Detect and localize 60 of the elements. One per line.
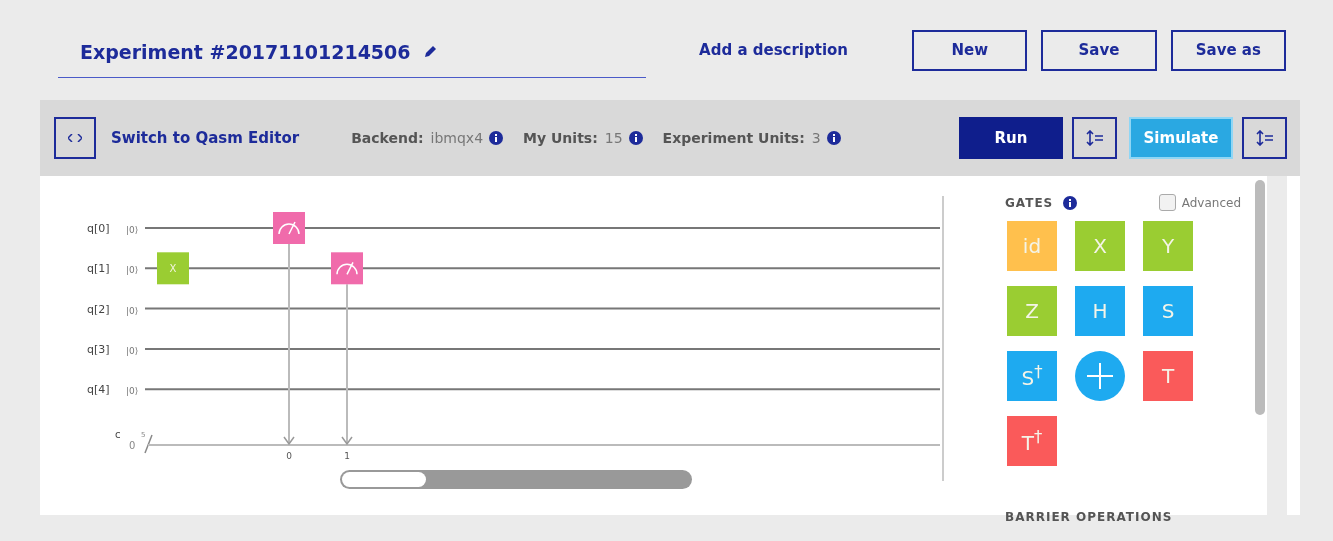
experiment-title: Experiment #20171101214506 — [80, 40, 411, 63]
action-button[interactable]: Save as — [1170, 29, 1286, 71]
stat-label: Experiment Units: — [662, 130, 805, 146]
gate-tile[interactable]: Y — [1143, 221, 1193, 271]
stat-label: My Units: — [523, 130, 598, 146]
stat-value: ibmqx4 — [430, 130, 484, 146]
sliders-icon — [1255, 130, 1274, 146]
gate-tile[interactable]: T$^{†}$ — [1007, 416, 1057, 466]
gate-tile[interactable]: id — [1007, 221, 1057, 271]
stat-value: 3 — [811, 130, 821, 146]
info-icon[interactable] — [826, 131, 841, 145]
advanced-checkbox[interactable] — [1158, 194, 1176, 211]
simulate-settings-button[interactable] — [1242, 117, 1287, 159]
gate-tile[interactable]: T — [1143, 351, 1193, 401]
plus-icon — [1087, 363, 1113, 389]
gate-tile[interactable]: H — [1075, 286, 1125, 336]
gate-tile[interactable]: S — [1143, 286, 1193, 336]
info-icon[interactable] — [489, 131, 504, 145]
measure-gate[interactable] — [273, 212, 305, 244]
initial-state: |0⟩ — [126, 386, 139, 397]
qubit-label: q[0] — [87, 222, 110, 235]
initial-state: |0⟩ — [126, 225, 139, 235]
initial-state: |0⟩ — [126, 345, 139, 356]
cnot-gate-tile[interactable] — [1075, 351, 1125, 401]
switch-editor-link[interactable]: Switch to Qasm Editor — [111, 129, 300, 147]
register-label: c — [115, 429, 121, 440]
gate-tile[interactable]: Z — [1007, 286, 1057, 336]
register-init: 0 — [129, 440, 136, 451]
info-icon[interactable] — [628, 131, 643, 145]
qubit-label: q[2] — [87, 302, 110, 316]
qubit-label: q[3] — [87, 342, 110, 356]
vertical-scrollbar[interactable] — [1255, 180, 1265, 415]
section-heading: BARRIER OPERATIONS — [1005, 510, 1174, 524]
initial-state: |0⟩ — [126, 305, 139, 316]
stat-value: 15 — [604, 130, 623, 146]
stat-label: Backend: — [351, 130, 424, 146]
advanced-label: Advanced — [1181, 195, 1241, 210]
code-icon — [68, 134, 82, 142]
action-button[interactable]: Save — [1041, 29, 1157, 71]
horizontal-scrollbar[interactable] — [340, 470, 692, 489]
action-button[interactable]: New — [912, 29, 1028, 71]
qubit-label: q[1] — [87, 262, 110, 276]
qubit-label: q[4] — [87, 383, 110, 397]
measure-gate[interactable] — [331, 252, 363, 285]
run-settings-button[interactable] — [1072, 117, 1117, 159]
bus-slash-icon — [144, 434, 153, 454]
bit-label: 0 — [286, 451, 292, 461]
x-gate[interactable]: X — [157, 252, 189, 285]
initial-state: |0⟩ — [126, 265, 139, 276]
run-button[interactable]: Run — [959, 117, 1063, 159]
info-icon[interactable] — [1063, 195, 1078, 210]
simulate-button[interactable]: Simulate — [1129, 117, 1233, 159]
bit-label: 1 — [344, 451, 350, 461]
add-description-link[interactable]: Add a description — [699, 41, 849, 59]
gate-tile[interactable]: X — [1075, 221, 1125, 271]
gate-tile[interactable]: S$^{†}$ — [1007, 351, 1057, 401]
code-toggle-button[interactable] — [54, 117, 96, 159]
pencil-icon[interactable] — [422, 44, 437, 59]
sliders-icon — [1085, 130, 1104, 146]
gates-heading: GATES — [1005, 195, 1054, 210]
